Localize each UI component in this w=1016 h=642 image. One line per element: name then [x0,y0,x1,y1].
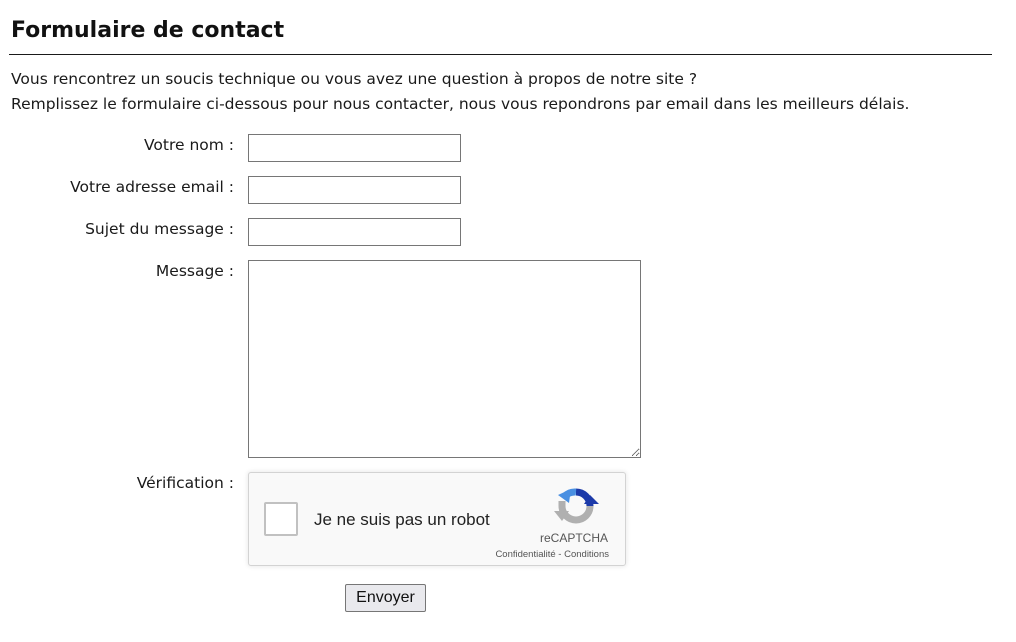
submit-button[interactable]: Envoyer [345,584,426,612]
name-label: Votre nom : [143,136,234,154]
subject-label: Sujet du message : [85,220,234,238]
recaptcha-brand: reCAPTCHA [539,531,608,545]
intro-text-line-2: Remplissez le formulaire ci-dessous pour… [11,95,910,113]
recaptcha-footer-links: Confidentialité - Conditions [495,549,609,560]
message-textarea[interactable] [248,260,641,458]
verification-label: Vérification : [136,474,234,492]
email-label: Votre adresse email : [70,178,234,196]
email-input[interactable] [248,176,461,204]
recaptcha-checkbox[interactable] [264,502,298,536]
recaptcha-widget: Je ne suis pas un robot reCAPTCHA Confid… [248,472,626,566]
subject-input[interactable] [248,218,461,246]
message-label: Message : [155,262,234,280]
recaptcha-terms-link[interactable]: Conditions [564,549,609,560]
intro-text-line-1: Vous rencontrez un soucis technique ou v… [11,70,698,88]
title-divider [9,54,992,55]
recaptcha-logo-icon [554,488,599,524]
recaptcha-checkbox-label: Je ne suis pas un robot [314,510,490,529]
recaptcha-link-separator: - [555,549,565,560]
name-input[interactable] [248,134,461,162]
recaptcha-privacy-link[interactable]: Confidentialité [495,549,555,560]
page-title: Formulaire de contact [11,18,285,43]
